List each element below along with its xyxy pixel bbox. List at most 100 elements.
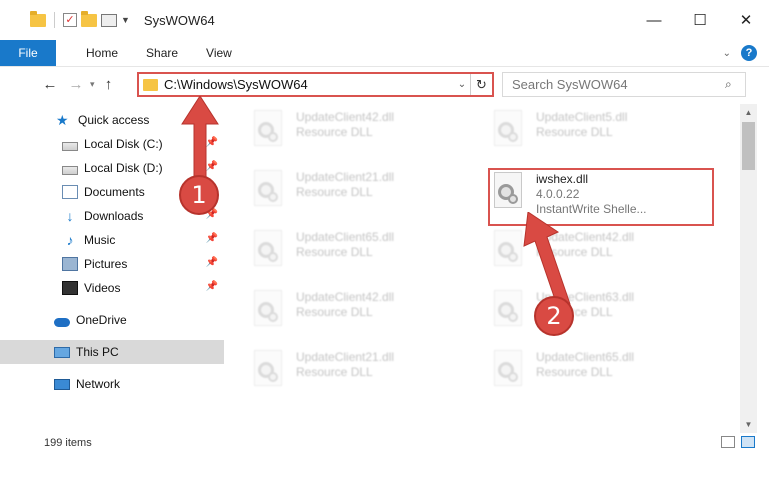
- sidebar-item-label: Local Disk (D:): [84, 161, 163, 175]
- step-1-badge: 1: [179, 175, 219, 215]
- pc-icon: [54, 346, 70, 358]
- file-name: UpdateClient5.dll: [536, 110, 628, 124]
- expand-ribbon-chevron-icon[interactable]: ⌄: [723, 48, 731, 59]
- documents-icon: [62, 185, 78, 199]
- sidebar-item-label: This PC: [76, 345, 119, 359]
- window-title: SysWOW64: [143, 12, 215, 28]
- dll-file-icon: [250, 110, 288, 150]
- tab-home[interactable]: Home: [72, 40, 132, 66]
- address-bar[interactable]: C:\Windows\SysWOW64 ⌄ ↻: [137, 72, 494, 97]
- window-controls: — ☐ ✕: [631, 0, 769, 40]
- scroll-down-arrow-icon[interactable]: ▼: [740, 416, 757, 433]
- large-icons-view-icon[interactable]: [741, 436, 755, 448]
- dll-file-icon: [490, 110, 528, 150]
- file-type: Resource DLL: [296, 365, 373, 379]
- file-name: UpdateClient42.dll: [296, 110, 395, 124]
- pin-icon[interactable]: 📌: [206, 257, 218, 268]
- file-type: Resource DLL: [296, 185, 373, 199]
- file-type: Resource DLL: [536, 125, 613, 139]
- new-folder-icon[interactable]: [81, 10, 97, 27]
- file-type: Resource DLL: [296, 245, 373, 259]
- sidebar-item-label: Music: [84, 233, 116, 247]
- title-bar: ✓ ▼ SysWOW64 — ☐ ✕: [0, 0, 769, 40]
- onedrive-icon: [54, 317, 70, 327]
- file-name: UpdateClient65.dll: [536, 350, 635, 364]
- search-box[interactable]: Search SysWOW64 ⌕: [502, 72, 746, 97]
- file-name: iwshex.dll: [536, 172, 589, 186]
- file-item[interactable]: UpdateClient42.dll Resource DLL: [250, 290, 480, 338]
- divider: [54, 12, 55, 28]
- sidebar-item-label: OneDrive: [76, 313, 127, 327]
- tab-share[interactable]: Share: [132, 40, 192, 66]
- sidebar-item-label: Network: [76, 377, 121, 391]
- recent-locations-chevron-icon[interactable]: ▾: [90, 79, 95, 90]
- pin-icon[interactable]: 📌: [206, 233, 218, 244]
- tab-view[interactable]: View: [192, 40, 246, 66]
- sidebar-item-pictures[interactable]: Pictures 📌: [0, 252, 224, 276]
- dll-file-icon: [490, 172, 528, 212]
- file-name: UpdateClient65.dll: [296, 230, 395, 244]
- file-item[interactable]: UpdateClient65.dll Resource DLL: [490, 350, 720, 398]
- address-history-chevron-icon[interactable]: ⌄: [454, 79, 470, 90]
- file-item[interactable]: UpdateClient21.dll Resource DLL: [250, 170, 480, 218]
- file-item[interactable]: UpdateClient21.dll Resource DLL: [250, 350, 480, 398]
- details-view-icon[interactable]: [721, 436, 735, 448]
- drive-icon: [62, 165, 78, 175]
- file-type: Resource DLL: [296, 305, 373, 319]
- sidebar-item-label: Quick access: [78, 113, 150, 127]
- dll-file-icon: [250, 230, 288, 270]
- scrollbar-thumb[interactable]: [742, 122, 755, 170]
- file-type: Resource DLL: [536, 365, 613, 379]
- sidebar-item-onedrive[interactable]: OneDrive: [0, 308, 224, 332]
- pin-icon[interactable]: 📌: [206, 281, 218, 292]
- nav-buttons: ← → ▾ ↑: [0, 76, 121, 93]
- file-type: Resource DLL: [296, 125, 373, 139]
- music-icon: ♪: [66, 232, 74, 248]
- view-toggle: [721, 436, 755, 448]
- tab-file[interactable]: File: [0, 40, 56, 66]
- sidebar-item-music[interactable]: ♪ Music 📌: [0, 228, 224, 252]
- file-explorer-window: ✓ ▼ SysWOW64 — ☐ ✕ File Home Share View …: [0, 0, 769, 486]
- step-2-badge: 2: [534, 296, 574, 336]
- file-item[interactable]: UpdateClient5.dll Resource DLL: [490, 110, 720, 158]
- up-arrow-icon[interactable]: ↑: [97, 76, 121, 93]
- address-path[interactable]: C:\Windows\SysWOW64: [164, 77, 454, 92]
- quick-access-toolbar: ✓ ▼ SysWOW64: [0, 10, 215, 28]
- sidebar-item-network[interactable]: Network: [0, 372, 224, 396]
- sidebar-item-label: Documents: [84, 185, 145, 199]
- sidebar-item-label: Videos: [84, 281, 121, 295]
- close-button[interactable]: ✕: [723, 0, 769, 40]
- dll-file-icon: [250, 290, 288, 330]
- status-bar: 199 items: [0, 433, 769, 453]
- videos-icon: [62, 281, 78, 295]
- properties-check-icon[interactable]: ✓: [63, 13, 77, 27]
- folder-icon: [143, 78, 158, 91]
- dll-file-icon: [250, 170, 288, 210]
- properties-icon[interactable]: [101, 13, 117, 27]
- search-icon: ⌕: [725, 77, 732, 91]
- customize-toolbar-chevron-icon[interactable]: ▼: [121, 15, 130, 25]
- forward-arrow-icon[interactable]: →: [64, 76, 88, 93]
- maximize-button[interactable]: ☐: [677, 0, 723, 40]
- file-list: UpdateClient42.dll Resource DLL UpdateCl…: [228, 104, 740, 426]
- file-item[interactable]: UpdateClient65.dll Resource DLL: [250, 230, 480, 278]
- search-input[interactable]: Search SysWOW64: [512, 77, 725, 92]
- dll-file-icon: [490, 350, 528, 390]
- sidebar-item-videos[interactable]: Videos 📌: [0, 276, 224, 300]
- item-count: 199 items: [44, 437, 92, 449]
- minimize-button[interactable]: —: [631, 0, 677, 40]
- refresh-icon[interactable]: ↻: [470, 74, 492, 95]
- vertical-scrollbar[interactable]: ▲ ▼: [740, 104, 757, 433]
- scroll-up-arrow-icon[interactable]: ▲: [740, 104, 757, 121]
- file-name: UpdateClient42.dll: [296, 290, 395, 304]
- back-arrow-icon[interactable]: ←: [38, 76, 62, 93]
- file-version: 4.0.0.22: [536, 187, 580, 201]
- sidebar-item-label: Downloads: [84, 209, 144, 223]
- sidebar-item-this-pc[interactable]: This PC: [0, 340, 224, 364]
- help-icon[interactable]: ?: [741, 45, 757, 61]
- file-item[interactable]: UpdateClient42.dll Resource DLL: [250, 110, 480, 158]
- drive-icon: [62, 141, 78, 151]
- navigation-bar: ← → ▾ ↑ C:\Windows\SysWOW64 ⌄ ↻ Search S…: [0, 67, 769, 101]
- star-icon: ★: [56, 112, 69, 128]
- ribbon-right-controls: ⌄ ?: [723, 45, 757, 61]
